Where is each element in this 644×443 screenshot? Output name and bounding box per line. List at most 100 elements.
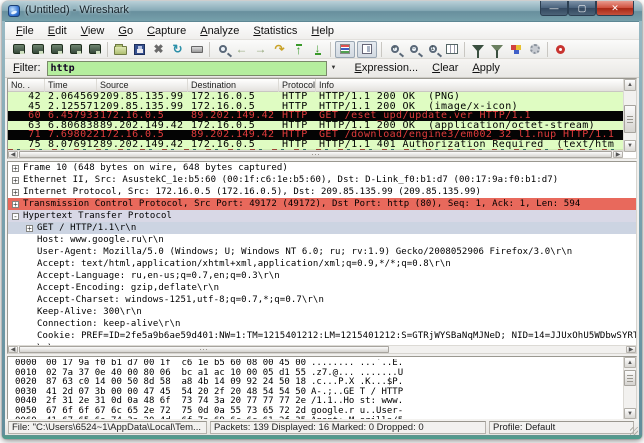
detail-line-frame[interactable]: + Frame 10 (648 bytes on wire, 648 bytes … (8, 162, 636, 174)
menu-edit[interactable]: Edit (41, 22, 74, 40)
scroll-up-icon[interactable]: ▲ (624, 357, 636, 368)
hscroll-thumb[interactable] (19, 346, 389, 353)
hscroll-thumb[interactable] (19, 151, 612, 158)
details-hscrollbar[interactable]: ◀ ▶ (8, 345, 636, 353)
close-file-icon[interactable]: ✖ (150, 41, 167, 58)
display-filters-icon[interactable] (488, 41, 505, 58)
column-header-source[interactable]: Source (97, 79, 188, 92)
go-to-packet-icon[interactable]: ↷ (271, 41, 288, 58)
menu-go[interactable]: Go (111, 22, 140, 40)
vscroll-thumb[interactable] (624, 370, 636, 386)
column-header-destination[interactable]: Destination (188, 79, 279, 92)
detail-line-get[interactable]: + GET / HTTP/1.1\r\n (8, 222, 636, 234)
detail-line-cookie[interactable]: Cookie: PREF=ID=2fe5a9b6ae59d401:NW=1:TM… (8, 330, 636, 342)
hex-vscrollbar[interactable]: ▲ ▼ (623, 357, 636, 419)
detail-line-ip[interactable]: + Internet Protocol, Src: 172.16.0.5 (172… (8, 186, 636, 198)
go-to-bottom-icon[interactable]: ↓ (309, 41, 326, 58)
hex-rows: 0000 00 17 9a f0 b1 d7 00 1f c6 1e b5 60 … (8, 359, 623, 419)
go-forward-icon[interactable]: → (252, 41, 269, 58)
find-packet-icon[interactable] (214, 41, 231, 58)
filter-dropdown-icon[interactable]: ▼ (327, 61, 341, 76)
menu-analyze[interactable]: Analyze (193, 22, 246, 40)
expander-icon[interactable]: + (12, 164, 19, 172)
zoom-in-icon[interactable]: + (386, 41, 403, 58)
resize-columns-icon[interactable] (443, 41, 460, 58)
scroll-right-icon[interactable]: ▶ (626, 346, 636, 353)
go-back-icon[interactable]: ← (233, 41, 250, 58)
vscroll-thumb[interactable] (624, 105, 636, 133)
detail-line-keep-alive[interactable]: Keep-Alive: 300\r\n (8, 306, 636, 318)
expander-icon[interactable]: + (12, 188, 19, 196)
detail-line-user-agent[interactable]: User-Agent: Mozilla/5.0 (Windows; U; Win… (8, 246, 636, 258)
save-file-icon[interactable] (131, 41, 148, 58)
menu-bar: File Edit View Go Capture Analyze Statis… (5, 22, 639, 40)
auto-scroll-icon (362, 44, 372, 54)
menu-statistics[interactable]: Statistics (246, 22, 304, 40)
filter-input[interactable] (46, 60, 327, 76)
reload-icon[interactable]: ↻ (169, 41, 186, 58)
resize-grip[interactable] (630, 427, 638, 435)
filter-label[interactable]: Filter: (13, 62, 41, 74)
detail-line-tcp[interactable]: + Transmission Control Protocol, Src Port… (8, 198, 636, 210)
status-packets: Packets: 139 Displayed: 16 Marked: 0 Dro… (210, 421, 486, 434)
detail-line-accept-language[interactable]: Accept-Language: ru,en-us;q=0.7,en;q=0.3… (8, 270, 636, 282)
scroll-left-icon[interactable]: ◀ (8, 346, 18, 353)
packet-row[interactable]: 75 8.076912 89.202.149.42 172.16.0.5 HTTP HTT… (8, 139, 623, 149)
apply-button[interactable]: Apply (472, 62, 500, 74)
capture-options-icon[interactable] (29, 41, 46, 58)
capture-start-icon[interactable] (48, 41, 65, 58)
packet-list-vscrollbar[interactable]: ▲ ▼ (623, 79, 636, 152)
packet-list-hscrollbar[interactable]: ◀ ▶ (8, 150, 623, 158)
preferences-icon[interactable] (526, 41, 543, 58)
toolbar-separator (381, 41, 382, 57)
print-icon[interactable] (188, 41, 205, 58)
expander-icon[interactable]: + (26, 224, 33, 232)
column-header-time[interactable]: Time (45, 79, 97, 92)
help-icon[interactable] (552, 41, 569, 58)
list-interfaces-icon[interactable] (10, 41, 27, 58)
maximize-button[interactable]: ▢ (568, 1, 596, 16)
scroll-down-icon[interactable]: ▼ (624, 408, 636, 419)
status-file: File: "C:\Users\6524~1\AppData\Local\Tem… (8, 421, 207, 434)
capture-filters-icon[interactable] (469, 41, 486, 58)
menu-view[interactable]: View (74, 22, 112, 40)
detail-line-accept[interactable]: Accept: text/html,application/xhtml+xml,… (8, 258, 636, 270)
menu-capture[interactable]: Capture (140, 22, 193, 40)
auto-scroll-toggle[interactable] (357, 40, 377, 58)
zoom-100-icon[interactable]: 1 (424, 41, 441, 58)
column-header-info[interactable]: Info (316, 79, 625, 92)
zoom-out-icon[interactable]: − (405, 41, 422, 58)
close-button[interactable]: ✕ (596, 1, 634, 16)
open-file-icon[interactable] (112, 41, 129, 58)
scroll-left-icon[interactable]: ◀ (8, 151, 18, 158)
detail-line-host[interactable]: Host: www.google.ru\r\n (8, 234, 636, 246)
coloring-rules-icon[interactable] (507, 41, 524, 58)
detail-line-http[interactable]: - Hypertext Transfer Protocol (8, 210, 636, 222)
clear-button[interactable]: Clear (432, 62, 458, 74)
window-controls: — ▢ ✕ (540, 1, 634, 16)
expander-icon[interactable]: + (12, 200, 19, 208)
toolbar-separator (209, 41, 210, 57)
menu-file[interactable]: File (9, 22, 41, 40)
scroll-right-icon[interactable]: ▶ (613, 151, 623, 158)
detail-line-accept-charset[interactable]: Accept-Charset: windows-1251,utf-8;q=0.7… (8, 294, 636, 306)
scroll-down-icon[interactable]: ▼ (624, 140, 636, 152)
column-header-no[interactable]: No. . (8, 79, 45, 92)
column-header-protocol[interactable]: Protocol (279, 79, 316, 92)
expander-icon[interactable]: - (12, 212, 19, 220)
capture-stop-icon[interactable] (67, 41, 84, 58)
go-to-top-icon[interactable]: ↑ (290, 41, 307, 58)
menu-help[interactable]: Help (304, 22, 341, 40)
minimize-button[interactable]: — (540, 1, 568, 16)
colorize-toggle[interactable] (335, 40, 355, 58)
wireshark-logo-icon (8, 5, 20, 17)
detail-line-accept-encoding[interactable]: Accept-Encoding: gzip,deflate\r\n (8, 282, 636, 294)
detail-line-connection[interactable]: Connection: keep-alive\r\n (8, 318, 636, 330)
detail-line-ethernet[interactable]: + Ethernet II, Src: AsustekC_1e:b5:60 (00… (8, 174, 636, 186)
expander-icon[interactable]: + (12, 176, 19, 184)
expression-button[interactable]: Expression... (355, 62, 419, 74)
screen: (Untitled) - Wireshark — ▢ ✕ File Edit V… (0, 0, 644, 443)
capture-restart-icon[interactable] (86, 41, 103, 58)
scroll-up-icon[interactable]: ▲ (624, 79, 636, 91)
title-bar[interactable]: (Untitled) - Wireshark — ▢ ✕ (2, 1, 642, 21)
